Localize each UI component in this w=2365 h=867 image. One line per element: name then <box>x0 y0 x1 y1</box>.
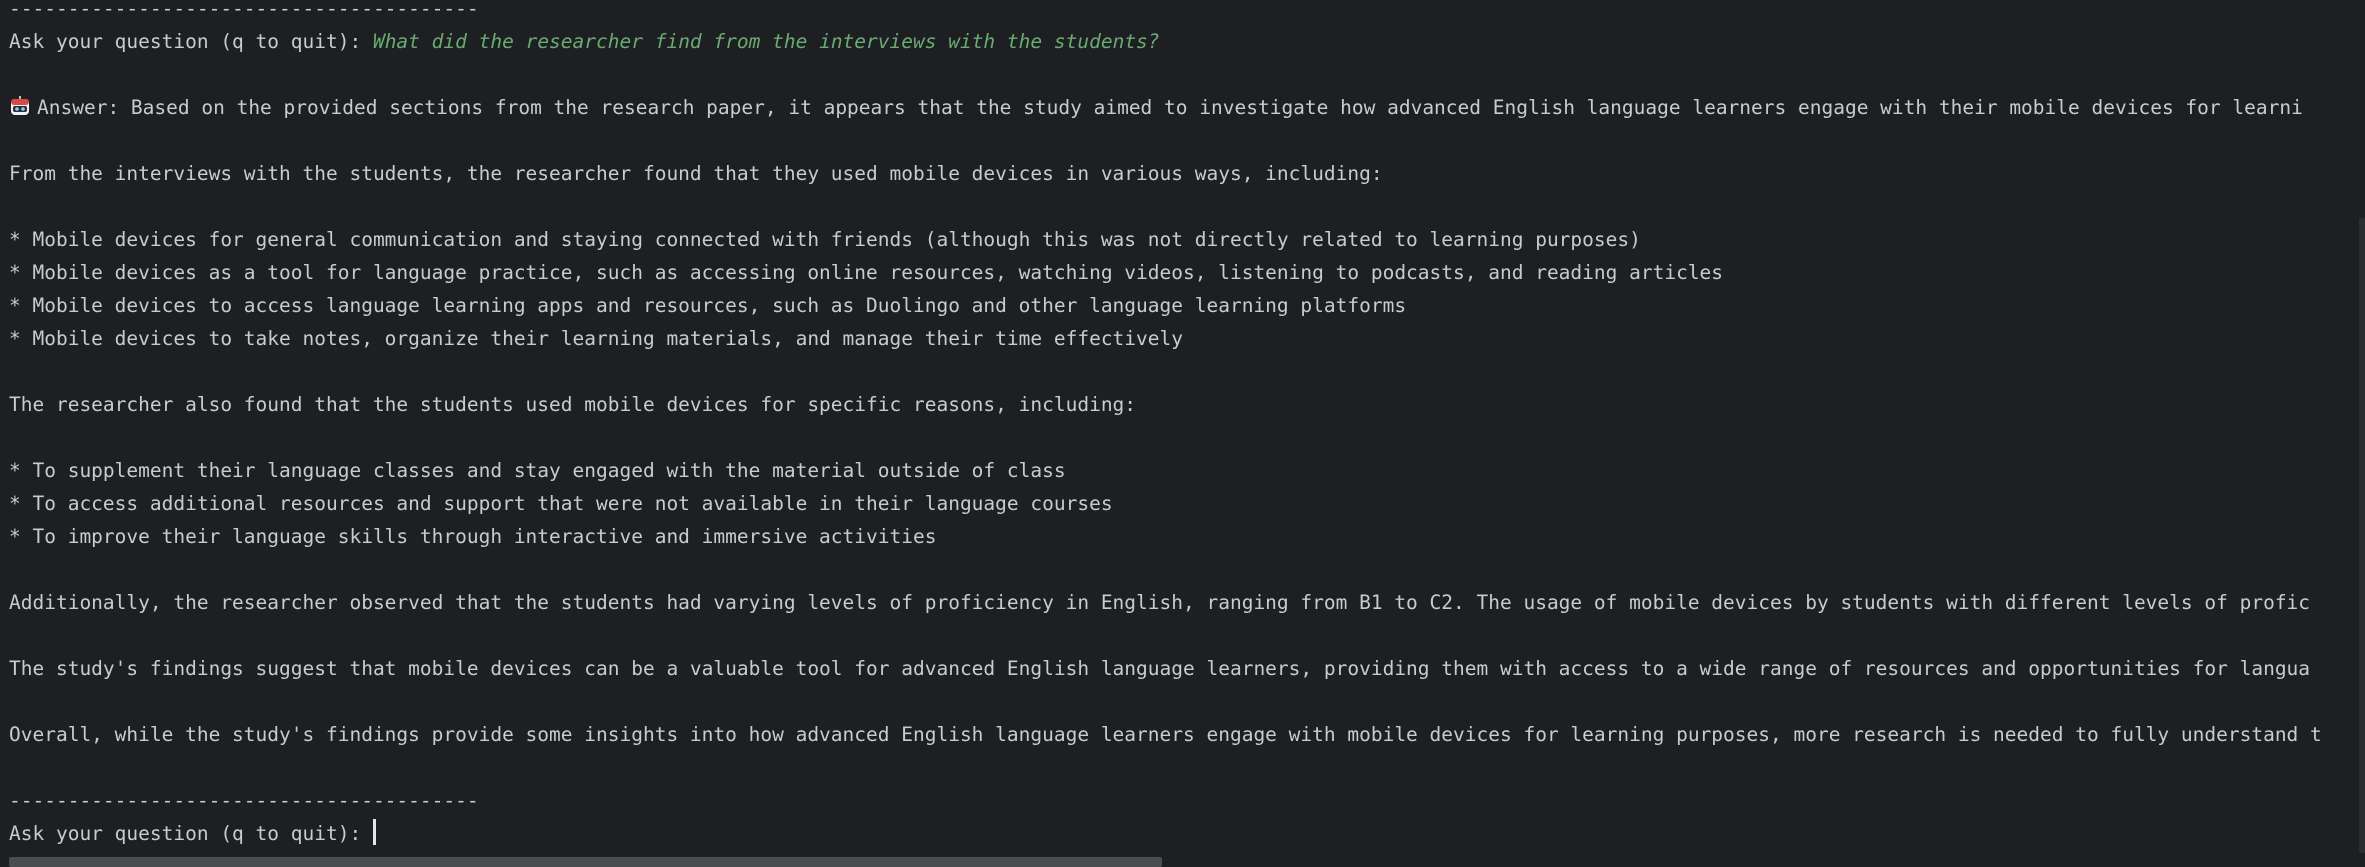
usage-item: * Mobile devices as a tool for language … <box>9 261 1724 284</box>
additionally-paragraph: Additionally, the researcher observed th… <box>9 591 2311 614</box>
usage-item: * Mobile devices to take notes, organize… <box>9 327 1183 350</box>
overall-paragraph: Overall, while the study's findings prov… <box>9 723 2322 746</box>
question-prompt-line: Ask your question (q to quit): What did … <box>9 25 1160 58</box>
reason-item: * To access additional resources and sup… <box>9 492 1113 515</box>
user-question: What did the researcher find from the in… <box>372 30 1160 53</box>
reason-item: * To improve their language skills throu… <box>9 525 937 548</box>
usage-item: * Mobile devices for general communicati… <box>9 228 1641 251</box>
reasons-intro: The researcher also found that the stude… <box>9 393 1137 416</box>
prompt-label-bottom: Ask your question (q to quit): <box>9 822 373 845</box>
reason-item: * To supplement their language classes a… <box>9 459 1066 482</box>
terminal-output[interactable]: ----------------------------------------… <box>0 0 2365 867</box>
horizontal-scrollbar-thumb[interactable] <box>9 857 1162 867</box>
input-prompt-line[interactable]: Ask your question (q to quit): <box>9 817 376 850</box>
usage-item: * Mobile devices to access language lear… <box>9 294 1407 317</box>
separator-top: ---------------------------------------- <box>9 0 479 20</box>
findings-paragraph: The study's findings suggest that mobile… <box>9 657 2311 680</box>
robot-icon <box>9 95 31 117</box>
interviews-intro: From the interviews with the students, t… <box>9 162 1383 185</box>
text-cursor[interactable] <box>372 819 376 845</box>
separator-bottom: ---------------------------------------- <box>9 789 479 812</box>
answer-text: Answer: Based on the provided sections f… <box>37 96 2303 119</box>
answer-line: Answer: Based on the provided sections f… <box>9 91 2303 124</box>
vertical-scrollbar[interactable] <box>2359 218 2365 853</box>
prompt-label: Ask your question (q to quit): <box>9 30 373 53</box>
